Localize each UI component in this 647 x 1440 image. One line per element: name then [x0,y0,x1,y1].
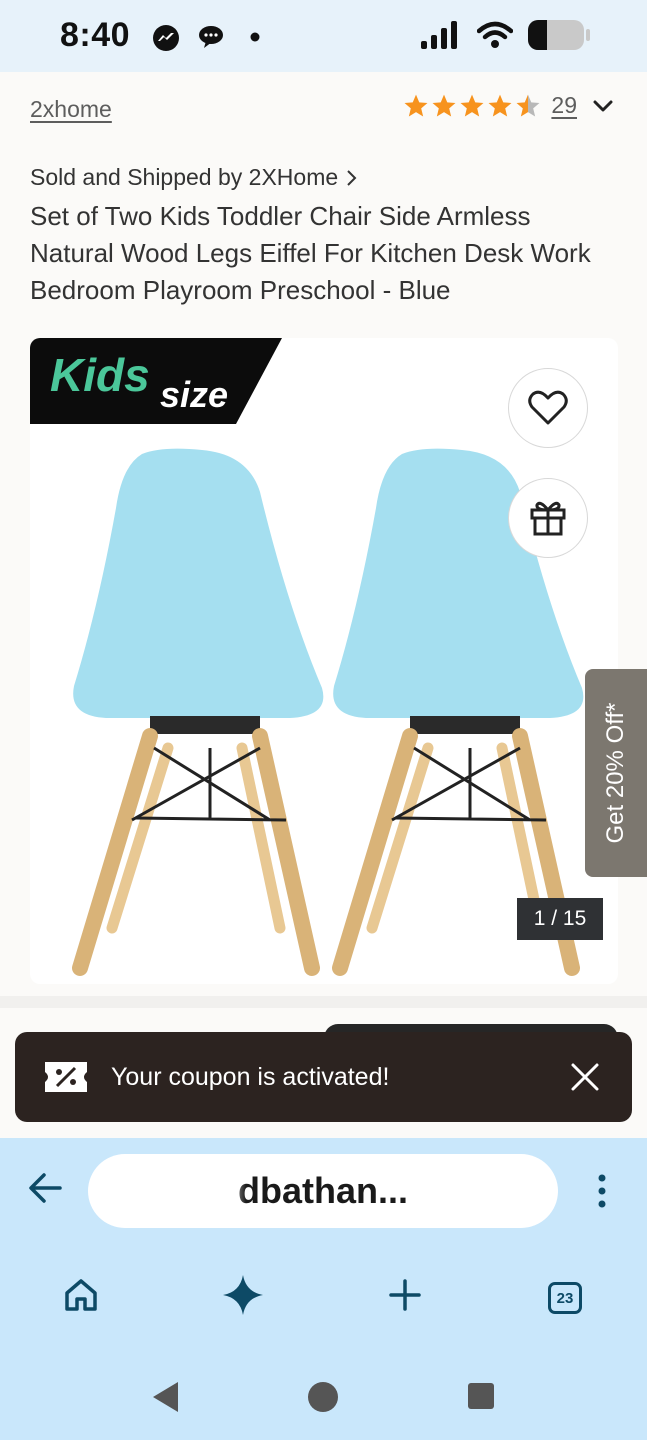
system-home-icon[interactable] [307,1381,339,1413]
system-recents-icon[interactable] [467,1382,495,1410]
toast-message: Your coupon is activated! [111,1062,390,1091]
brand-link[interactable]: 2xhome [30,96,112,123]
address-bar[interactable]: dbathan... [88,1154,558,1228]
tab-count: 23 [556,1289,574,1307]
gift-button[interactable] [508,478,588,558]
section-divider [0,996,647,1008]
coupon-icon [45,1062,87,1092]
status-icons [421,18,591,52]
wishlist-button[interactable] [508,368,588,448]
product-page: 2xhome 29 Sold and Shipped by 2XHome Set… [0,72,647,1138]
review-count[interactable]: 29 [551,92,577,119]
url-text: dbathan... [224,1170,408,1212]
status-time: 8:40 [60,16,131,54]
more-options-icon[interactable] [592,1174,612,1208]
star-icon [488,94,512,117]
url-fade [224,1170,246,1212]
close-icon[interactable] [570,1062,600,1092]
chevron-down-icon[interactable] [593,99,613,113]
product-gallery[interactable]: Kids size 1 / 15 [30,338,618,984]
plus-icon[interactable] [388,1278,422,1312]
half-star-icon [516,94,540,117]
product-title: Set of Two Kids Toddler Chair Side Armle… [30,201,591,305]
seller-label: Sold and Shipped by 2XHome [30,164,339,190]
badge-kids-text: Kids [50,349,150,401]
home-icon[interactable] [64,1278,98,1312]
battery-icon [528,20,590,50]
sparkle-icon[interactable] [222,1274,264,1316]
coupon-toast: Your coupon is activated! [15,1032,632,1122]
badge-size-text: size [160,374,229,415]
star-icon [460,94,484,117]
promo-tab[interactable]: Get 20% Off* [585,669,647,877]
star-icon [432,94,456,117]
star-icon [404,94,428,117]
messenger-icon [153,25,179,51]
back-arrow-icon[interactable] [28,1172,62,1204]
seller-link[interactable]: Sold and Shipped by 2XHome [30,164,358,191]
wifi-icon [477,21,513,48]
chevron-right-icon [347,169,357,186]
rating-summary[interactable]: 29 [403,92,613,119]
system-back-icon[interactable] [150,1380,180,1414]
promo-label: Get 20% Off* [602,702,629,844]
browser-bottom-bar: dbathan... 23 [0,1138,647,1440]
status-bar: 8:40 [0,0,647,72]
signal-icon [421,21,457,49]
url-value: dbathan... [238,1170,408,1211]
gift-icon [530,501,566,536]
star-rating [403,93,541,119]
image-counter: 1 / 15 [517,898,603,940]
dot-icon [250,32,260,42]
tab-switcher-button[interactable]: 23 [548,1282,582,1314]
chat-bubble-icon [199,26,223,48]
system-nav-bar [0,1378,647,1418]
heart-icon [528,390,568,425]
